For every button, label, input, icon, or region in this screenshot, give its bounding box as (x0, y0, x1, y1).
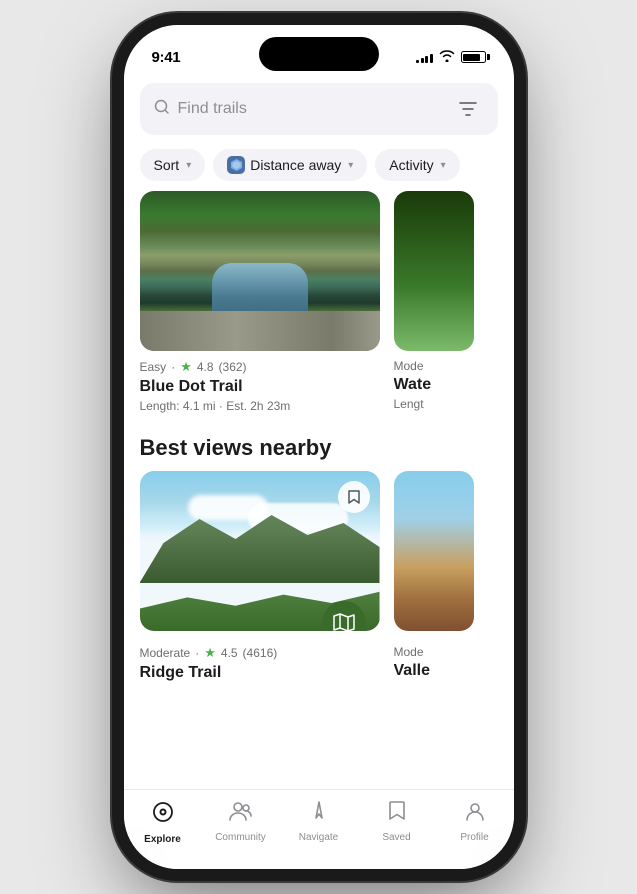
ridge-difficulty: Moderate (140, 646, 191, 660)
trail-image-partial-2 (394, 471, 474, 631)
section-header-best-views: Best views nearby (124, 417, 514, 471)
tab-explore-label: Explore (144, 834, 181, 845)
distance-label: Distance away (250, 157, 341, 173)
search-placeholder[interactable]: Find trails (178, 100, 444, 118)
tab-explore[interactable]: Explore (124, 800, 202, 845)
partial-details-1: Lengt (394, 397, 474, 411)
signal-bars (416, 51, 433, 63)
explore-icon (151, 800, 175, 830)
activity-label: Activity (389, 157, 433, 173)
sort-chip[interactable]: Sort ▾ (140, 149, 206, 181)
tab-bar: Explore Community (124, 789, 514, 869)
trail-est: Est. 2h 23m (226, 399, 290, 413)
navigate-icon (308, 800, 330, 828)
battery-icon (461, 51, 486, 63)
distance-arrow-icon: ▾ (348, 160, 353, 171)
star-icon: ★ (180, 359, 192, 375)
tab-navigate[interactable]: Navigate (280, 800, 358, 843)
partial-name-2: Valle (394, 662, 474, 680)
trail-name-ridge: Ridge Trail (140, 664, 380, 682)
partial-name-1: Wate (394, 376, 474, 394)
dot-separator: · (171, 360, 175, 374)
tab-profile[interactable]: Profile (436, 800, 514, 843)
signal-bar-4 (430, 54, 433, 63)
status-icons (416, 50, 486, 65)
signal-bar-2 (421, 58, 424, 63)
tab-community-label: Community (215, 832, 266, 843)
trail-info-ridge: Moderate · ★ 4.5 (4616) Ridge Trail (140, 631, 380, 689)
wifi-icon (439, 50, 455, 65)
star-icon-ridge: ★ (204, 645, 216, 661)
sort-label: Sort (154, 157, 180, 173)
trail-meta-blue-dot: Easy · ★ 4.8 (362) (140, 359, 380, 375)
search-icon (154, 99, 170, 120)
tab-saved-label: Saved (382, 832, 410, 843)
battery-fill (463, 54, 480, 61)
tab-saved[interactable]: Saved (358, 800, 436, 843)
profile-icon (464, 800, 486, 828)
trail-image-ridge (140, 471, 380, 631)
trail-info-blue-dot: Easy · ★ 4.8 (362) Blue Dot Trail Length… (140, 351, 380, 417)
trail-cards-row-1[interactable]: Easy · ★ 4.8 (362) Blue Dot Trail Length… (124, 191, 514, 417)
trail-meta-partial-1: Mode (394, 359, 474, 373)
trail-details-blue-dot: Length: 4.1 mi · Est. 2h 23m (140, 399, 380, 413)
partial-difficulty: Mode (394, 359, 424, 373)
trail-image-blue-dot (140, 191, 380, 351)
filter-button[interactable] (452, 93, 484, 125)
partial-2-difficulty: Mode (394, 645, 424, 659)
rating: 4.8 (197, 360, 214, 374)
phone-frame: 9:41 (124, 25, 514, 869)
sort-arrow-icon: ▾ (186, 160, 191, 171)
bookmark-button[interactable] (338, 481, 370, 513)
tab-profile-label: Profile (460, 832, 488, 843)
difficulty-label: Easy (140, 360, 167, 374)
trail-card-partial-2[interactable]: Mode Valle (394, 471, 474, 689)
search-area: Find trails (124, 75, 514, 145)
activity-chip[interactable]: Activity ▾ (375, 149, 459, 181)
tab-navigate-label: Navigate (299, 832, 338, 843)
trail-image-partial-1 (394, 191, 474, 351)
trail-card-partial-1[interactable]: Mode Wate Lengt (394, 191, 474, 417)
trail-info-partial-1: Mode Wate Lengt (394, 351, 474, 415)
dot-sep: · (195, 646, 199, 660)
trail-cards-row-2[interactable]: Moderate · ★ 4.5 (4616) Ridge Trail Mode (124, 471, 514, 769)
dynamic-island (259, 37, 379, 71)
stream-rocks (140, 311, 380, 351)
ridge-review-count: (4616) (243, 646, 278, 660)
distance-chip[interactable]: Distance away ▾ (213, 149, 367, 181)
community-icon (229, 800, 253, 828)
trail-meta-ridge: Moderate · ★ 4.5 (4616) (140, 645, 380, 661)
tab-community[interactable]: Community (202, 800, 280, 843)
stream-scene (140, 191, 380, 351)
trail-meta-partial-2: Mode (394, 645, 474, 659)
distance-icon (227, 156, 245, 174)
trail-length: Length: 4.1 mi (140, 399, 216, 413)
phone-screen: 9:41 (124, 25, 514, 869)
trail-card-ridge[interactable]: Moderate · ★ 4.5 (4616) Ridge Trail (140, 471, 380, 689)
activity-arrow-icon: ▾ (441, 160, 446, 171)
signal-bar-3 (425, 56, 428, 63)
trail-info-partial-2: Mode Valle (394, 631, 474, 687)
status-time: 9:41 (152, 49, 181, 66)
search-bar[interactable]: Find trails (140, 83, 498, 135)
trail-card-blue-dot[interactable]: Easy · ★ 4.8 (362) Blue Dot Trail Length… (140, 191, 380, 417)
status-bar: 9:41 (124, 25, 514, 75)
review-count: (362) (219, 360, 247, 374)
signal-bar-1 (416, 60, 419, 63)
ridge-rating: 4.5 (221, 646, 238, 660)
filter-chips: Sort ▾ Distance away ▾ Activity ▾ (124, 145, 514, 191)
saved-icon (388, 800, 406, 828)
trail-name-blue-dot: Blue Dot Trail (140, 378, 380, 396)
